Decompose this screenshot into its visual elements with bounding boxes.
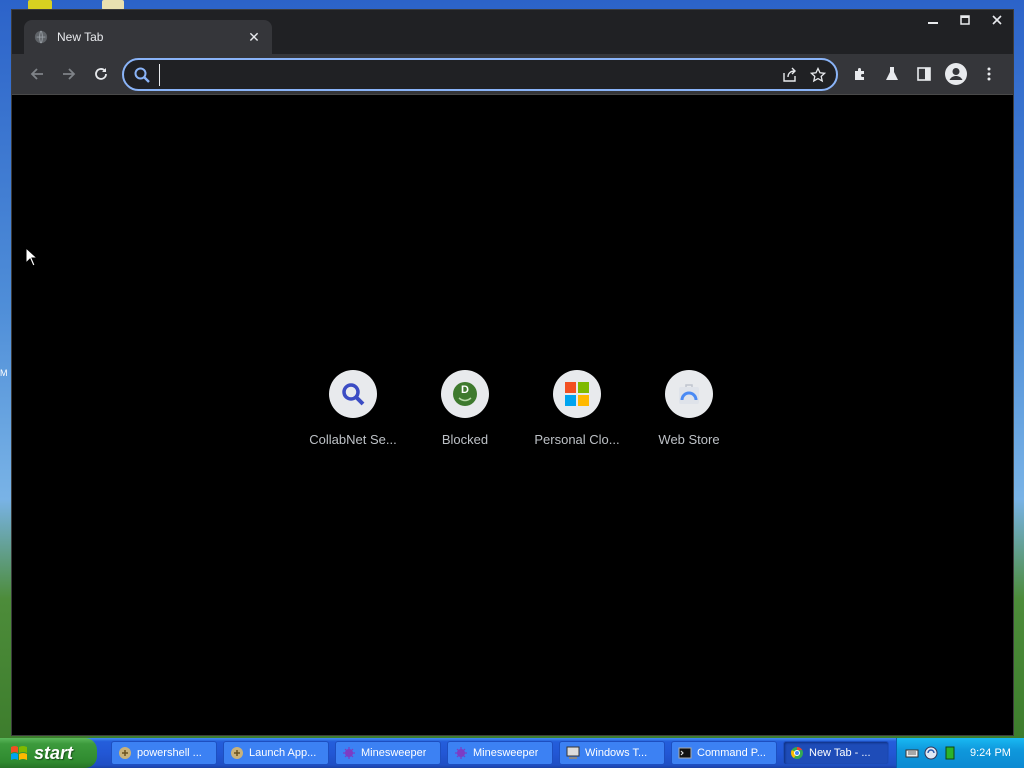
globe-icon: [34, 30, 48, 44]
chrome-icon: [791, 747, 803, 759]
task-command-prompt[interactable]: Command P...: [671, 741, 777, 765]
svg-text:D: D: [461, 384, 469, 396]
side-panel-button[interactable]: [912, 62, 936, 86]
labs-button[interactable]: [880, 62, 904, 86]
window-controls: [917, 10, 1013, 30]
browser-toolbar: [12, 54, 1013, 95]
bookmark-button[interactable]: [804, 61, 832, 89]
shortcut-tile: D: [441, 370, 489, 418]
profile-button[interactable]: [944, 62, 968, 86]
task-windows-terminal[interactable]: Windows T...: [559, 741, 665, 765]
puzzle-icon: [855, 68, 864, 80]
title-bar: New Tab ✕: [12, 10, 1013, 54]
minimize-icon: [928, 22, 938, 24]
avatar-icon: [945, 63, 967, 85]
menu-button[interactable]: [977, 62, 1001, 86]
app-launcher-icon: [231, 747, 243, 759]
shortcut-label: Personal Clo...: [534, 432, 620, 447]
close-icon: [992, 15, 1002, 25]
back-button[interactable]: [25, 62, 49, 86]
shortcut-collabnet[interactable]: CollabNet Se...: [297, 370, 409, 447]
task-powershell[interactable]: powershell ...: [111, 741, 217, 765]
minimize-button[interactable]: [917, 10, 949, 30]
minesweeper-icon: [455, 747, 467, 759]
keyboard-icon[interactable]: [905, 746, 919, 760]
task-label: Windows T...: [585, 747, 648, 759]
maximize-button[interactable]: [949, 10, 981, 30]
blocked-d-icon: D: [453, 382, 477, 406]
command-prompt-icon: [678, 747, 692, 759]
shortcut-blocked[interactable]: D Blocked: [409, 370, 521, 447]
magnifier-icon: [342, 383, 365, 406]
reload-icon: [95, 68, 107, 80]
side-panel-icon: [917, 67, 931, 81]
web-store-icon: [679, 384, 699, 404]
shortcut-label: Web Store: [658, 432, 720, 447]
search-icon: [134, 67, 150, 83]
start-button[interactable]: start: [0, 738, 97, 768]
address-input[interactable]: [159, 63, 776, 86]
maximize-icon: [960, 15, 970, 25]
task-label: powershell ...: [137, 747, 202, 759]
shortcut-grid: CollabNet Se... D Blocked Personal Clo..…: [297, 370, 745, 447]
forward-button[interactable]: [57, 62, 81, 86]
task-minesweeper[interactable]: Minesweeper: [335, 741, 441, 765]
address-bar[interactable]: [122, 58, 838, 91]
windows-flag-icon: [11, 746, 27, 760]
task-launch-app[interactable]: Launch App...: [223, 741, 329, 765]
share-icon: [783, 67, 796, 82]
shortcut-label: CollabNet Se...: [309, 432, 397, 447]
task-label: New Tab - ...: [809, 747, 871, 759]
task-label: Minesweeper: [473, 747, 539, 759]
powershell-icon: [119, 747, 131, 759]
tab-title: New Tab: [57, 30, 104, 44]
back-arrow-icon: [30, 68, 43, 80]
task-label: Launch App...: [249, 747, 317, 759]
battery-icon[interactable]: [943, 746, 957, 760]
share-button[interactable]: [776, 61, 804, 89]
browser-window: New Tab ✕ CollabNet Se... D Blocked Pers…: [11, 9, 1014, 736]
minesweeper-icon: [343, 747, 355, 759]
tab-close-icon[interactable]: ✕: [246, 29, 262, 45]
start-label: start: [34, 742, 74, 763]
task-label: Minesweeper: [361, 747, 427, 759]
task-chrome-new-tab[interactable]: New Tab - ...: [783, 741, 889, 765]
network-icon[interactable]: [924, 746, 938, 760]
mouse-pointer-icon: [25, 247, 39, 267]
system-clock: 9:24 PM: [970, 747, 1011, 759]
shortcut-tile: [553, 370, 601, 418]
taskbar: start powershell ... Launch App... Mines…: [0, 738, 1024, 768]
close-window-button[interactable]: [981, 10, 1013, 30]
shortcut-personal-cloud[interactable]: Personal Clo...: [521, 370, 633, 447]
task-label: Command P...: [697, 747, 766, 759]
tab-new-tab[interactable]: New Tab ✕: [24, 20, 272, 54]
flask-icon: [886, 67, 898, 80]
star-icon: [810, 66, 826, 82]
desktop-edge-label: M: [0, 368, 8, 378]
extensions-button[interactable]: [848, 62, 872, 86]
shortcut-web-store[interactable]: Web Store: [633, 370, 745, 447]
more-vert-icon: [987, 67, 991, 81]
forward-arrow-icon: [63, 68, 76, 80]
windows-terminal-icon: [566, 746, 580, 759]
system-tray: 9:24 PM: [896, 738, 1024, 768]
shortcut-tile: [665, 370, 713, 418]
shortcut-tile: [329, 370, 377, 418]
microsoft-logo-icon: [565, 382, 589, 406]
task-minesweeper[interactable]: Minesweeper: [447, 741, 553, 765]
task-list: powershell ... Launch App... Minesweeper…: [111, 741, 895, 765]
shortcut-label: Blocked: [441, 432, 489, 447]
reload-button[interactable]: [89, 62, 113, 86]
